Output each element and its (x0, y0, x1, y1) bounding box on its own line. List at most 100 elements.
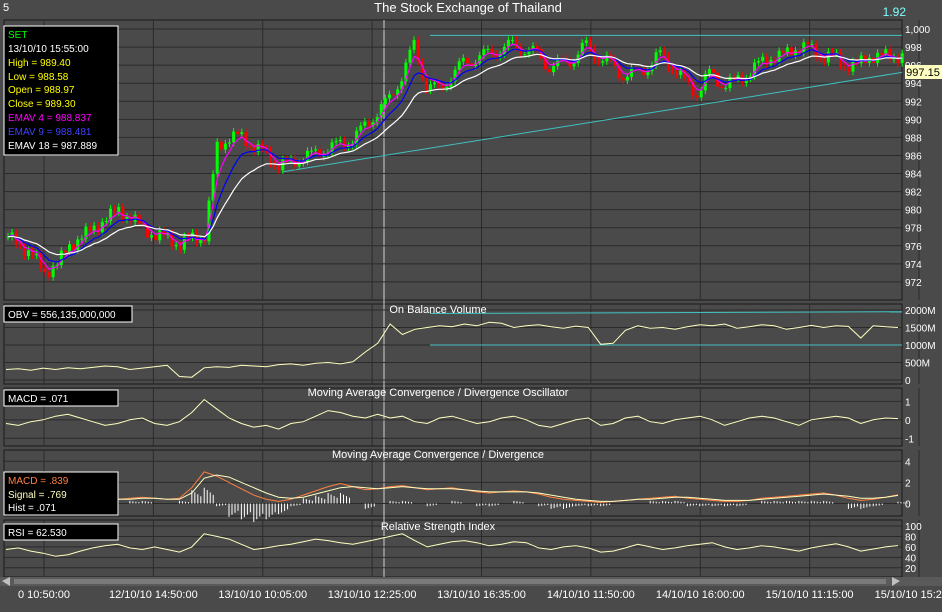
candle-body (104, 221, 108, 223)
candle-body (695, 95, 699, 98)
candle-body (18, 244, 22, 246)
price-tick-label: 1,000 (905, 25, 930, 36)
chart-title: The Stock Exchange of Thailand (374, 0, 562, 15)
candle-body (720, 86, 724, 89)
indicator-tick-label: -1 (905, 434, 914, 445)
candle-body (625, 76, 629, 81)
candle-body (63, 250, 67, 253)
candle-body (843, 66, 847, 68)
candle-body (314, 149, 318, 151)
candle-body (707, 69, 711, 74)
candle-body (781, 50, 785, 53)
candle-body (740, 75, 744, 84)
price-tick-label: 998 (905, 43, 922, 54)
info-datetime: 13/10/10 15:55:00 (8, 44, 89, 55)
candle-body (47, 272, 51, 278)
x-tick-label: 13/10/10 16:35:00 (437, 589, 526, 601)
candle-body (240, 132, 244, 135)
candle-body (761, 56, 765, 62)
candle-body (92, 225, 96, 231)
hist-value: Hist = .071 (8, 503, 57, 514)
obv-title: On Balance Volume (389, 304, 486, 316)
x-tick-label: 14/10/10 16:00:00 (656, 589, 745, 601)
x-tick-label: 13/10/10 10:05:00 (218, 589, 307, 601)
indicator-tick-label: 500M (905, 359, 930, 370)
candle-body (88, 226, 92, 231)
candle-body (228, 142, 231, 144)
price-tick-label: 972 (905, 278, 922, 289)
info-symbol: SET (8, 30, 27, 41)
candle-body (621, 78, 625, 81)
obv-value: OBV = 556,135,000,000 (8, 310, 116, 321)
candle-body (387, 94, 391, 99)
candle-body (461, 57, 465, 62)
candle-body (223, 143, 227, 150)
indicator-tick-label: 1000M (905, 341, 936, 352)
horizontal-scrollbar[interactable] (0, 577, 942, 586)
candle-body (851, 61, 855, 72)
candle-body (777, 50, 781, 62)
rsi-value: RSI = 62.530 (8, 528, 67, 539)
candle-body (597, 60, 601, 63)
candle-body (699, 90, 703, 98)
candle-body (671, 68, 674, 71)
candle-body (236, 131, 240, 135)
indicator-tick-label: 0 (905, 376, 911, 387)
candle-body (342, 139, 346, 148)
candle-body (334, 141, 338, 143)
candle-body (457, 61, 461, 70)
candle-body (810, 44, 814, 46)
candle-body (818, 57, 822, 59)
panels (3, 19, 903, 578)
candle-body (847, 67, 851, 72)
candle-body (806, 42, 810, 45)
candle-body (215, 141, 219, 174)
info-emav9: EMAV 9 = 988.481 (8, 127, 92, 138)
candle-body (133, 214, 137, 222)
info-high: High = 989.40 (8, 58, 71, 69)
candle-body (880, 52, 884, 55)
price-tick-label: 988 (905, 133, 922, 144)
info-low: Low = 988.58 (8, 72, 69, 83)
price-tick-label: 980 (905, 206, 922, 217)
macd-osc-value: MACD = .071 (8, 394, 69, 405)
candle-body (822, 58, 826, 63)
price-tick-label: 986 (905, 151, 922, 162)
candle-body (588, 40, 592, 49)
candle-body (486, 48, 490, 50)
info-close: Close = 989.30 (8, 99, 76, 110)
candle-body (174, 244, 178, 247)
indicator-tick-label: 2 (905, 478, 911, 489)
macd-value: MACD = .839 (8, 476, 69, 487)
scroll-thumb[interactable] (14, 579, 886, 584)
indicator-tick-label: 0 (905, 500, 911, 511)
x-tick-label: 15/10/10 11:15:00 (766, 589, 854, 601)
candle-body (552, 66, 556, 73)
price-tick-label: 978 (905, 224, 922, 235)
candle-body (547, 69, 551, 73)
price-tick-label: 992 (905, 97, 922, 108)
candle-body (121, 207, 125, 220)
indicator-tick-label: 20 (905, 564, 917, 575)
indicator-tick-label: 1500M (905, 324, 936, 335)
signal-value: Signal = .769 (8, 490, 67, 501)
indicator-tick-label: 40 (905, 553, 917, 564)
indicator-tick-label: 80 (905, 532, 917, 543)
candle-body (359, 125, 363, 131)
candle-body (465, 57, 469, 64)
price-tick-label: 994 (905, 79, 922, 90)
indicator-tick-label: 2000M (905, 306, 936, 317)
candle-body (117, 207, 121, 213)
candle-body (482, 49, 486, 56)
candle-body (830, 51, 834, 54)
candle-body (367, 121, 371, 126)
candle-body (675, 70, 679, 75)
candle-body (408, 49, 412, 63)
indicator-tick-label: 4 (905, 457, 911, 468)
price-tick-label: 982 (905, 188, 922, 199)
indicator-tick-label: 60 (905, 543, 917, 554)
info-open: Open = 988.97 (8, 85, 75, 96)
panel-1 (3, 303, 903, 385)
candle-body (248, 146, 252, 148)
macd-osc-title: Moving Average Convergence / Divergence … (308, 387, 569, 399)
